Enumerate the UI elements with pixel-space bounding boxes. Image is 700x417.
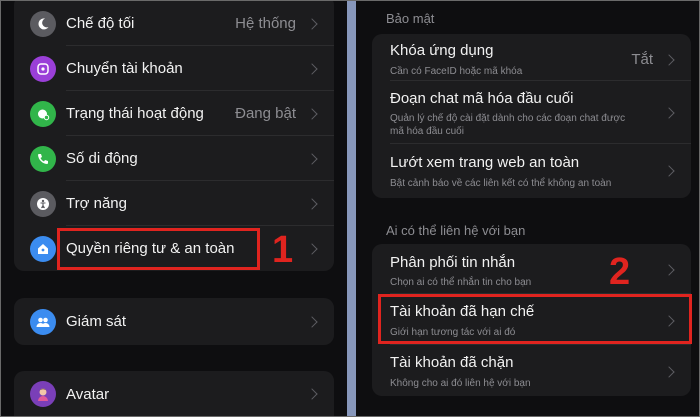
row-label: Chuyển tài khoản (66, 60, 183, 77)
row-active-status[interactable]: Trạng thái hoạt động Đang bật (14, 91, 334, 136)
row-message-delivery[interactable]: Phân phối tin nhắn Chọn ai có thể nhắn t… (372, 244, 691, 294)
step-2-label: 2 (609, 251, 631, 293)
row-title: Lướt xem trang web an toàn (390, 154, 580, 171)
moon-icon (30, 10, 56, 37)
chevron-right-icon (663, 264, 675, 276)
row-accessibility[interactable]: Trợ năng (14, 181, 334, 226)
chevron-right-icon (306, 197, 318, 210)
row-value: Đang bật (235, 105, 296, 122)
highlight-box-step-2 (378, 294, 692, 344)
chevron-right-icon (663, 54, 675, 66)
privacy-home-icon (30, 235, 56, 262)
avatar-icon (30, 381, 56, 407)
chevron-right-icon (306, 388, 318, 400)
chevron-right-icon (306, 315, 318, 328)
row-value: Hệ thống (235, 15, 296, 32)
row-phone-number[interactable]: Số di động (14, 136, 334, 181)
active-status-icon (30, 100, 56, 127)
row-subtitle: Quản lý chế độ cài đặt dành cho các đoạn… (390, 113, 626, 137)
row-avatar[interactable]: Avatar (14, 371, 334, 416)
row-title: Đoạn chat mã hóa đầu cuối (390, 90, 574, 107)
row-title: Phân phối tin nhắn (390, 254, 516, 271)
chevron-right-icon (663, 165, 675, 177)
panel-divider (347, 1, 356, 416)
row-label: Trạng thái hoạt động (66, 105, 204, 122)
settings-group-supervision: Giám sát (14, 298, 334, 345)
row-safe-browsing[interactable]: Lướt xem trang web an toàn Bật cảnh báo … (372, 144, 691, 198)
row-label: Avatar (66, 385, 110, 403)
chevron-right-icon (306, 62, 318, 75)
row-label: Trợ năng (66, 195, 127, 212)
settings-group-avatar: Avatar (14, 371, 334, 416)
people-icon (30, 308, 56, 335)
row-app-lock[interactable]: Khóa ứng dụng Cần có FaceID hoặc mã khóa… (372, 34, 691, 81)
row-label: Chế độ tối (66, 15, 135, 32)
switch-account-icon (30, 55, 56, 82)
chevron-right-icon (306, 152, 318, 165)
privacy-right-panel: Bảo mật Khóa ứng dụng Cần có FaceID hoặc… (356, 1, 699, 416)
row-label: Số di động (66, 150, 138, 167)
section-header-contact: Ai có thể liên hệ với bạn (386, 223, 526, 238)
row-subtitle: Chọn ai có thể nhắn tin cho bạn (390, 277, 532, 288)
row-subtitle: Cần có FaceID hoặc mã khóa (390, 66, 523, 77)
step-1-label: 1 (272, 229, 294, 271)
row-e2e-chats[interactable]: Đoạn chat mã hóa đầu cuối Quản lý chế độ… (372, 81, 691, 144)
phone-icon (30, 145, 56, 172)
row-title: Khóa ứng dụng (390, 42, 494, 59)
row-value: Tắt (631, 51, 653, 68)
chevron-right-icon (663, 107, 675, 119)
security-group: Khóa ứng dụng Cần có FaceID hoặc mã khóa… (372, 34, 691, 198)
row-subtitle: Không cho ai đó liên hệ với bạn (390, 378, 531, 389)
row-dark-mode[interactable]: Chế độ tối Hệ thống (14, 1, 334, 46)
row-label: Giám sát (66, 313, 127, 330)
row-subtitle: Bật cảnh báo về các liên kết có thể khôn… (390, 178, 612, 189)
row-title: Tài khoản đã chặn (390, 354, 514, 371)
highlight-box-step-1 (57, 228, 260, 270)
settings-left-panel: Chế độ tối Hệ thống Chuyển tài khoản Trạ… (1, 1, 347, 416)
chevron-right-icon (306, 17, 318, 30)
accessibility-icon (30, 190, 56, 217)
chevron-right-icon (306, 242, 318, 255)
row-supervision[interactable]: Giám sát (14, 298, 334, 345)
section-header-security: Bảo mật (386, 11, 435, 26)
row-switch-account[interactable]: Chuyển tài khoản (14, 46, 334, 91)
row-blocked-accounts[interactable]: Tài khoản đã chặn Không cho ai đó liên h… (372, 345, 691, 396)
chevron-right-icon (306, 107, 318, 120)
chevron-right-icon (663, 366, 675, 378)
